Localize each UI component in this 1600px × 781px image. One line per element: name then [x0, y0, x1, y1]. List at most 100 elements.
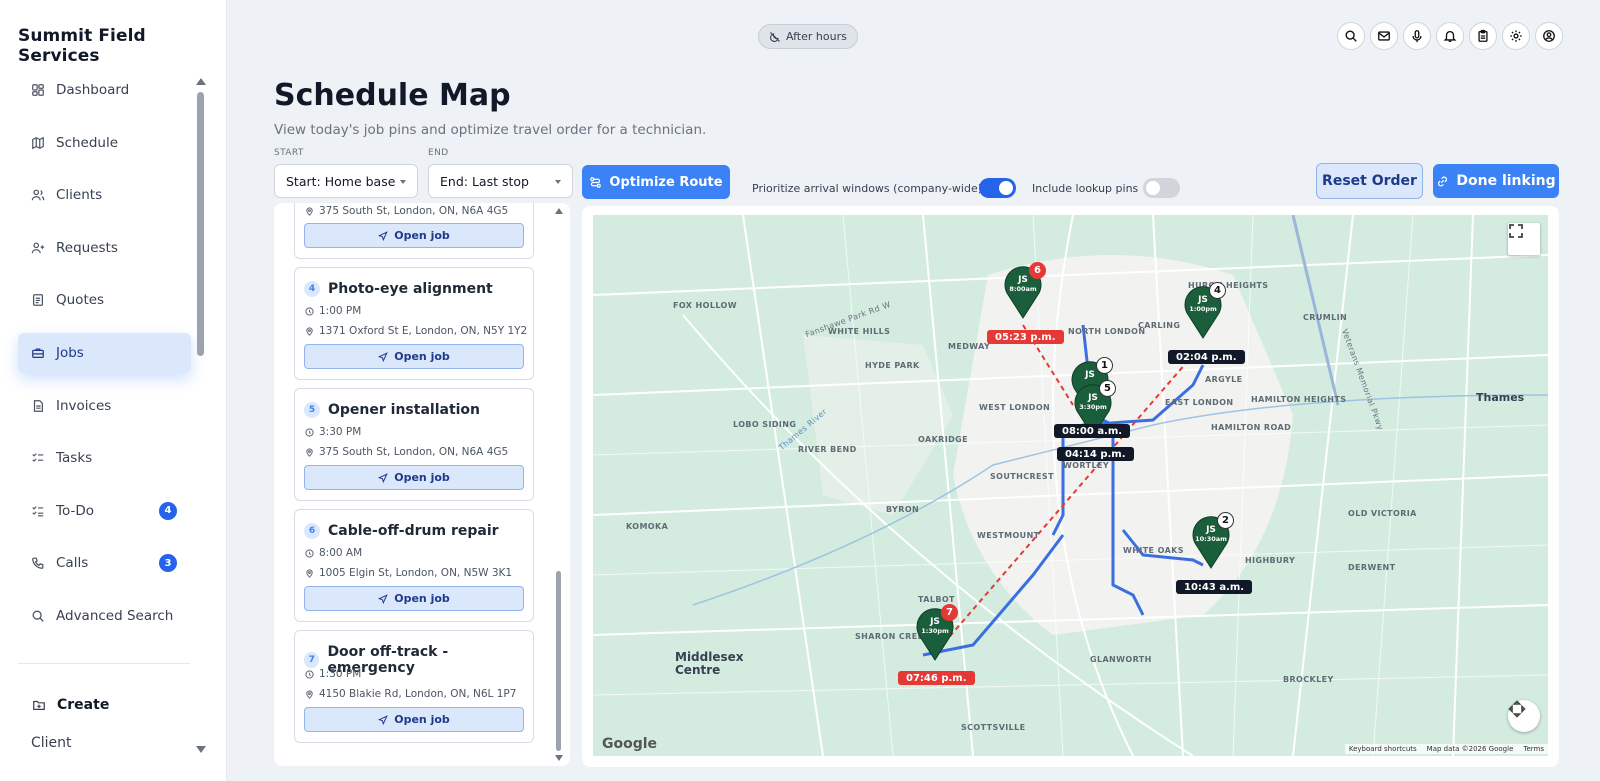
open-job-label: Open job [394, 592, 450, 605]
sidebar-item-label: Advanced Search [56, 607, 174, 624]
job-card[interactable]: 5 Opener installation 3:30 PM 375 South … [294, 388, 534, 501]
invoice-icon [30, 398, 46, 414]
sidebar-item-dashboard[interactable]: Dashboard [18, 70, 191, 110]
job-order-number: 6 [304, 523, 320, 539]
place-label: CRUMLIN [1303, 313, 1348, 322]
pin-icon [306, 206, 313, 216]
open-job-button[interactable]: Open job [304, 465, 524, 490]
scroll-down-arrow-icon[interactable] [196, 746, 206, 753]
pin-icon [306, 568, 313, 578]
place-label: WORTLEY [1063, 461, 1110, 470]
gear-icon[interactable] [1502, 22, 1530, 50]
keyboard-shortcuts-link[interactable]: Keyboard shortcuts [1349, 745, 1417, 753]
place-label: HAMILTON ROAD [1211, 423, 1292, 432]
scroll-up-arrow-icon[interactable] [555, 208, 563, 214]
mail-icon[interactable] [1370, 22, 1398, 50]
sidebar-item-advanced-search[interactable]: Advanced Search [18, 596, 191, 636]
sidebar-item-label: Calls [56, 555, 89, 572]
start-select[interactable]: Start: Home base [274, 164, 418, 198]
sidebar-item-label: Dashboard [56, 82, 130, 98]
pin-initials: JS [1088, 393, 1098, 403]
scroll-down-arrow-icon[interactable] [555, 755, 563, 761]
job-time: 3:30 PM [319, 426, 362, 438]
done-linking-button[interactable]: Done linking [1433, 164, 1559, 198]
pin-time: 10:30am [1195, 534, 1227, 543]
fullscreen-button[interactable] [1508, 223, 1540, 255]
pin-order-badge: 6 [1029, 262, 1046, 279]
place-label: CARLING [1138, 321, 1181, 330]
map-camera-control[interactable] [1508, 700, 1540, 732]
clipboard-icon[interactable] [1469, 22, 1497, 50]
route-icon [590, 176, 602, 188]
sidebar-item-invoices[interactable]: Invoices [18, 386, 191, 426]
after-hours-pill[interactable]: After hours [758, 24, 858, 49]
job-card[interactable]: 6 Cable-off-drum repair 8:00 AM 1005 Elg… [294, 509, 534, 622]
job-pin-7[interactable]: JS 1:30pm 7 [915, 604, 958, 661]
open-job-label: Open job [394, 229, 450, 242]
job-pin-6[interactable]: JS 8:00am 6 [1003, 262, 1046, 319]
job-time-row: 8:00 AM [305, 547, 362, 559]
sidebar-item-clients[interactable]: Clients [18, 175, 191, 215]
after-hours-label: After hours [786, 30, 847, 43]
fullscreen-icon [1509, 224, 1523, 238]
optimize-route-button[interactable]: Optimize Route [582, 165, 730, 199]
sidebar-scrollbar[interactable] [196, 78, 206, 753]
sidebar-item-requests[interactable]: Requests [18, 228, 191, 268]
pin-order-badge: 4 [1209, 282, 1226, 299]
create-button[interactable]: Create [31, 697, 109, 713]
microphone-icon[interactable] [1403, 22, 1431, 50]
job-card[interactable]: 375 South St, London, ON, N6A 4G5 Open j… [294, 203, 534, 259]
place-label: OLD VICTORIA [1348, 509, 1417, 518]
scroll-up-arrow-icon[interactable] [196, 78, 206, 85]
job-address-row: 375 South St, London, ON, N6A 4G5 [305, 205, 508, 217]
sidebar-item-todo[interactable]: To-Do 4 [18, 491, 191, 531]
tasks-icon [30, 450, 46, 466]
open-job-button[interactable]: Open job [304, 223, 524, 248]
user-plus-icon [30, 240, 46, 256]
pin-order-badge: 1 [1096, 357, 1113, 374]
job-order-number: 7 [304, 652, 320, 668]
pin-icon [306, 447, 313, 457]
sidebar-item-calls[interactable]: Calls 3 [18, 543, 191, 583]
job-card[interactable]: 4 Photo-eye alignment 1:00 PM 1371 Oxfor… [294, 267, 534, 380]
pin-order-badge: 5 [1099, 380, 1116, 397]
prioritize-toggle[interactable] [979, 178, 1016, 198]
sidebar-item-tasks[interactable]: Tasks [18, 438, 191, 478]
job-card[interactable]: 7 Door off-track - emergency 1:30 PM 415… [294, 630, 534, 743]
terms-link[interactable]: Terms [1523, 745, 1544, 753]
scroll-thumb[interactable] [197, 92, 204, 356]
open-job-button[interactable]: Open job [304, 707, 524, 732]
job-time-row: 1:00 PM [305, 305, 361, 317]
job-address-row: 4150 Blakie Rd, London, ON, N6L 1P7 [305, 688, 516, 700]
phone-icon [30, 555, 46, 571]
sidebar-item-label: Schedule [56, 134, 119, 151]
lookup-pins-toggle[interactable] [1143, 178, 1180, 198]
account-icon[interactable] [1535, 22, 1563, 50]
end-select-value: End: Last stop [440, 173, 529, 189]
clock-icon [305, 306, 314, 316]
page-title: Schedule Map [274, 78, 511, 113]
job-time-row: 1:30 PM [305, 668, 361, 680]
schedule-map[interactable]: FOX HOLLOW WHITE HILLS NORTH LONDON CARL… [593, 215, 1548, 756]
bell-icon[interactable] [1436, 22, 1464, 50]
sidebar-item-schedule[interactable]: Schedule [18, 123, 191, 163]
search-icon[interactable] [1337, 22, 1365, 50]
sidebar-item-jobs[interactable]: Jobs [18, 332, 191, 373]
scroll-thumb[interactable] [556, 571, 561, 751]
job-list-scrollbar[interactable] [554, 208, 564, 763]
job-address: 375 South St, London, ON, N6A 4G5 [319, 446, 509, 458]
job-pin-2[interactable]: JS 10:30am 2 [1191, 512, 1234, 569]
reset-order-button[interactable]: Reset Order [1316, 163, 1423, 199]
end-select[interactable]: End: Last stop [428, 164, 573, 198]
folder-plus-icon [31, 697, 47, 713]
place-label: WEST LONDON [979, 403, 1051, 412]
open-job-button[interactable]: Open job [304, 586, 524, 611]
place-label: TALBOT [918, 595, 955, 604]
open-job-button[interactable]: Open job [304, 344, 524, 369]
sidebar-item-quotes[interactable]: Quotes [18, 280, 191, 320]
job-pin-4[interactable]: JS 1:00pm 4 [1183, 282, 1226, 339]
place-label: EAST LONDON [1165, 398, 1234, 407]
eta-label: 05:23 p.m. [987, 330, 1064, 344]
place-label: RIVER BEND [798, 445, 857, 454]
eta-label: 04:14 p.m. [1057, 447, 1134, 461]
